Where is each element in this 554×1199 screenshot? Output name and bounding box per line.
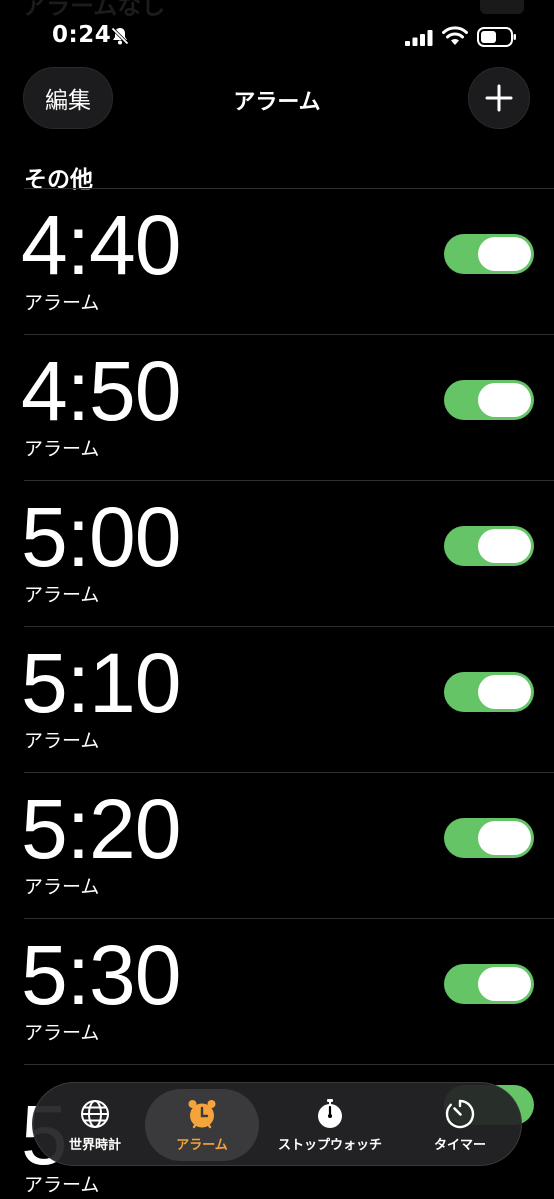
alarm-toggle[interactable]	[444, 672, 534, 712]
alarm-label: アラーム	[24, 876, 100, 898]
alarm-row[interactable]: 5:10 アラーム	[0, 627, 554, 773]
stopwatch-icon	[318, 1098, 342, 1128]
tab-label: アラーム	[176, 1137, 228, 1153]
tab-stopwatch[interactable]: ストップウォッチ	[265, 1083, 395, 1167]
toggle-knob	[478, 675, 531, 709]
tab-label: ストップウォッチ	[277, 1137, 382, 1153]
tab-bar: 世界時計 アラーム ストップウォッチ タイマー	[32, 1082, 522, 1166]
alarm-toggle[interactable]	[444, 234, 534, 274]
alarm-time: 4:40	[21, 198, 181, 292]
battery-icon	[477, 27, 516, 47]
status-time: 0:24	[52, 22, 112, 48]
toggle-knob	[478, 383, 531, 417]
alarm-label: アラーム	[24, 730, 100, 752]
bell-off-icon	[111, 27, 129, 45]
ghost-title: アラームなし	[22, 0, 166, 20]
alarm-row[interactable]: 5:20 アラーム	[0, 773, 554, 919]
cellular-signal-icon	[405, 30, 433, 46]
plus-icon	[485, 84, 513, 112]
tab-timer[interactable]: タイマー	[405, 1083, 515, 1167]
alarm-label: アラーム	[24, 1022, 100, 1044]
alarm-label-partial: アラーム	[24, 1174, 100, 1196]
alarm-row[interactable]: 4:40 アラーム	[0, 189, 554, 335]
alarm-time: 5:20	[21, 782, 181, 876]
toggle-knob	[478, 821, 531, 855]
tab-label: 世界時計	[68, 1137, 121, 1153]
add-alarm-button[interactable]	[468, 67, 530, 129]
alarm-label: アラーム	[24, 292, 100, 314]
alarm-time: 4:50	[21, 344, 181, 438]
wifi-icon	[442, 26, 468, 45]
tab-world-clock[interactable]: 世界時計	[47, 1083, 143, 1167]
alarm-label: アラーム	[24, 584, 100, 606]
alarm-toggle[interactable]	[444, 526, 534, 566]
alarm-row[interactable]: 4:50 アラーム	[0, 335, 554, 481]
ghost-button	[480, 0, 524, 14]
tab-alarm[interactable]: アラーム	[145, 1089, 259, 1161]
alarm-label: アラーム	[24, 438, 100, 460]
tab-label: タイマー	[433, 1137, 486, 1153]
timer-icon	[445, 1099, 475, 1128]
alarm-toggle[interactable]	[444, 964, 534, 1004]
alarm-toggle[interactable]	[444, 818, 534, 858]
alarm-time: 5:30	[21, 928, 181, 1022]
status-bar: アラームなし 0:24	[0, 0, 554, 60]
toggle-knob	[478, 237, 531, 271]
alarm-row[interactable]: 5:00 アラーム	[0, 481, 554, 627]
alarm-row[interactable]: 5:30 アラーム	[0, 919, 554, 1065]
alarm-time: 5:00	[21, 490, 181, 584]
alarm-clock-icon	[188, 1099, 216, 1128]
alarm-toggle[interactable]	[444, 380, 534, 420]
toggle-knob	[478, 967, 531, 1001]
toggle-knob	[478, 529, 531, 563]
alarm-time: 5:10	[21, 636, 181, 730]
globe-icon	[81, 1099, 109, 1128]
alarm-list: 4:40 アラーム 4:50 アラーム 5:00 アラーム 5:10 アラーム …	[0, 189, 554, 1065]
